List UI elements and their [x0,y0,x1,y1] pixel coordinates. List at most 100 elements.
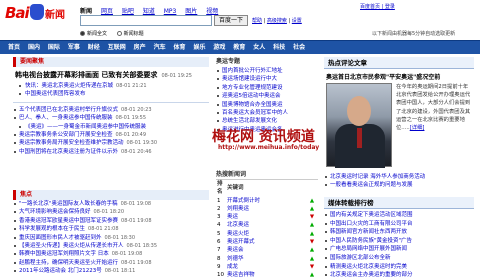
home-login-links[interactable]: 百度首页 | 登录 [360,3,395,10]
list-item[interactable]: 中国人民防务民族"黄金投资"广告 [324,237,474,246]
advanced-search-link[interactable]: 高级搜索 [267,18,287,24]
nav-entertainment[interactable]: 娱乐 [193,41,205,55]
rank-keyword[interactable]: 奥运开幕式 [226,238,306,246]
list-item[interactable]: 奥运场馆建设运行中大 [216,75,318,83]
settings-link[interactable]: 设置 [292,18,302,24]
news-link[interactable]: 科学发展观的根本在于民生 [19,226,85,232]
nav-women[interactable]: 女人 [253,41,265,55]
list-item[interactable]: 《奥运》——一身蜀金币新闻奥运参中国传统服装 [13,123,209,131]
top-headline[interactable]: 韩电视台披露开幕彩排画面 已致有关部委要求 08-01 19:25 [15,70,209,80]
nav-internet[interactable]: 互联网 [108,41,126,55]
nav-military[interactable]: 军事 [68,41,80,55]
rank-keyword[interactable]: 开幕式倒计时 [226,197,306,205]
list-item[interactable]: 赵鹏程主持，确保明天奥运圣火开始运行 08-01 19:08 [13,259,209,267]
rank-keyword[interactable]: 奥运会 [226,246,306,254]
list-item[interactable]: 北京奥运会主办奥运的重要的部分 [324,271,474,280]
news-link[interactable]: 大气环境影响奥运会保持良好 [19,209,91,215]
help-link[interactable]: 帮助 [252,18,262,24]
nav-tech[interactable]: 科技 [273,41,285,55]
commentary-headline[interactable]: 奥运首日北京市民参观"平安奥运"盛况空前 [326,72,440,81]
rank-keyword[interactable]: 奥运火炬 [226,230,306,238]
rank-keyword[interactable]: 奥运吉祥物 [226,271,306,279]
nav-domestic[interactable]: 国内 [28,41,40,55]
radio-title[interactable]: 新闻标题 [116,31,144,37]
rank-keyword[interactable]: 刘德华 [226,255,306,263]
nav-auto[interactable]: 汽车 [154,41,166,55]
tab-images[interactable]: 图片 [185,8,197,15]
nav-finance[interactable]: 财经 [88,41,100,55]
rank-keyword[interactable]: 奥运 [226,213,306,221]
list-item[interactable]: 【奥运圣火传递】奥运火炬从传递长市开人 08-01 18:35 [13,242,209,250]
news-photo[interactable] [326,83,392,168]
tab-video[interactable]: 视频 [206,8,218,15]
list-item[interactable]: 地方专业化管理规范建设 [216,84,318,92]
news-link[interactable]: 【奥运圣火传递】奥运火炬从传递长市开人 [19,243,124,249]
tab-tieba[interactable]: 贴吧 [122,8,134,15]
nav-society[interactable]: 社会 [293,41,305,55]
news-link[interactable]: 奥运宗教事务局开展安全检查维护宗教活动 [19,140,124,146]
news-link[interactable]: 快讯：奥运北京奥运火炬传递在京城 [25,83,113,89]
nav-realestate[interactable]: 房产 [134,41,146,55]
media-rank-list: 国内有关规定下奥运活动区域范围 中国出口火灾的工商有限公司平台 韩国新闻官方新闻社东… [324,211,474,280]
list-item[interactable]: 广电总局网络中国开展外国新闻 [324,245,474,254]
nav-home[interactable]: 首页 [8,41,20,55]
list-item[interactable]: 韩赛中国奥运冠军刘翔照片文字 日本 08-01 19:08 [13,250,209,258]
baidu-news-logo[interactable]: Bai 新闻 [5,2,75,26]
list-item[interactable]: 大气环境影响奥运会保持良好 08-01 18:20 [13,208,209,216]
news-link[interactable]: 香港奥运冠军欧星奥运中国冠军证实参赛 [19,218,118,224]
tab-news[interactable]: 新闻 [80,8,92,15]
list-item[interactable]: 精测奥运火炬北京奥运时的完美 [324,263,474,272]
nav-sports[interactable]: 体育 [174,41,186,55]
nav-education[interactable]: 教育 [233,41,245,55]
list-item[interactable]: 韩国新闻官方新闻社东西两开放 [324,228,474,237]
list-item[interactable]: 迎奥运5倍运动中奥运会 [216,92,318,100]
list-item[interactable]: 国奥博物馆合办全国奥运 [216,101,318,109]
list-item[interactable]: 国内首批公开行外汇地址 [216,67,318,75]
tab-web[interactable]: 网页 [101,8,113,15]
news-link[interactable]: 重庆因面图形市民人才被驱赶到外 [19,235,102,241]
rank-keyword[interactable]: 北京奥运 [226,221,306,229]
radio-fulltext[interactable]: 新闻全文 [80,31,107,37]
list-item[interactable]: 巴人、拳人、一身奥运参中国传统服装 08-01 19:55 [13,114,209,122]
list-item[interactable]: 快讯：奥运北京奥运火炬传递在京城 08-01 21:21 [13,82,209,90]
list-item[interactable]: 百名奥运大会员冠军中的人 [216,109,318,117]
list-item[interactable]: 国内有关规定下奥运活动区域范围 [324,211,474,220]
list-item[interactable]: 五个代表团已在北京奥运村举行升旗仪式 08-01 20:23 [13,106,209,114]
list-item[interactable]: 科学发展观的根本在于民生 08-01 21:08 [13,225,209,233]
rank-keyword[interactable]: 刘翔奥运 [226,205,306,213]
list-item[interactable]: 一般看看奥运会正规的问题与发展 [324,181,474,189]
news-link[interactable]: 2011年公路运动会 北门21223号 [19,268,102,274]
list-item[interactable]: 中国出口火灾的工商有限公司平台 [324,220,474,229]
news-link[interactable]: "一路长北京"奥运国际友人致长春的手稿 [19,201,118,207]
news-link[interactable]: 奥运宗教事务条公安部门开展安全检查 [19,132,113,138]
rank-number: 1 [217,197,221,204]
tab-mp3[interactable]: MP3 [164,8,177,15]
news-link[interactable]: 赵鹏程主持，确保明天奥运圣火开始运行 [19,260,118,266]
list-item[interactable]: 奥运宗教事务条公安部门开展安全检查 08-01 20:49 [13,131,209,139]
nav-international[interactable]: 国际 [48,41,60,55]
list-item[interactable]: 国际旅游区北部公布全新 [324,254,474,263]
list-item[interactable]: 2011年公路运动会 北门21223号 08-01 18:11 [13,267,209,275]
list-item[interactable]: 香港奥运冠军欧星奥运中国冠军证实参赛 08-01 19:08 [13,217,209,225]
tab-zhidao[interactable]: 知道 [143,8,155,15]
search-button[interactable]: 百度一下 [214,15,248,26]
list-item[interactable]: 重庆因面图形市民人才被驱赶到外 08-01 18:30 [13,234,209,242]
list-item[interactable]: "一路长北京"奥运国际友人致长春的手稿 08-01 19:08 [13,200,209,208]
list-item[interactable]: 中国奥运代表团阵容发布 [13,90,209,98]
news-link[interactable]: 巴人、拳人、一身奥运参中国传统服装 [19,115,113,121]
nav-games[interactable]: 游戏 [213,41,225,55]
news-link[interactable]: 五个代表团已在北京奥运村举行升旗仪式 [19,107,118,113]
news-link[interactable]: 中国刑团将在北京奥运注册为证件以示外 [19,149,118,155]
table-row: 8 刘德华 ▲ [216,255,318,263]
news-link[interactable]: 《奥运》——一身蜀金币新闻奥运参中国传统服装 [25,124,146,130]
news-link[interactable]: 中国奥运代表团阵容发布 [25,91,86,97]
list-item[interactable]: 北京奥运时记录 海外华人参加商务活动 [324,173,474,181]
more-link[interactable]: [详细] [410,125,425,131]
news-link[interactable]: 韩赛中国奥运冠军刘翔照片文字 日本 [19,251,109,257]
rank-keyword[interactable]: 成龙 [226,263,306,271]
search-input[interactable] [80,15,212,26]
list-item[interactable]: 总统生活北部发展文化 [216,117,318,125]
list-item[interactable]: 中国刑团将在北京奥运注册为证件以示外 08-01 20:46 [13,148,209,156]
list-item[interactable]: 奥运宗教事务局开展安全检查维护宗教活动 08-01 19:30 [13,139,209,147]
news-date: 08-01 18:35 [126,243,158,250]
